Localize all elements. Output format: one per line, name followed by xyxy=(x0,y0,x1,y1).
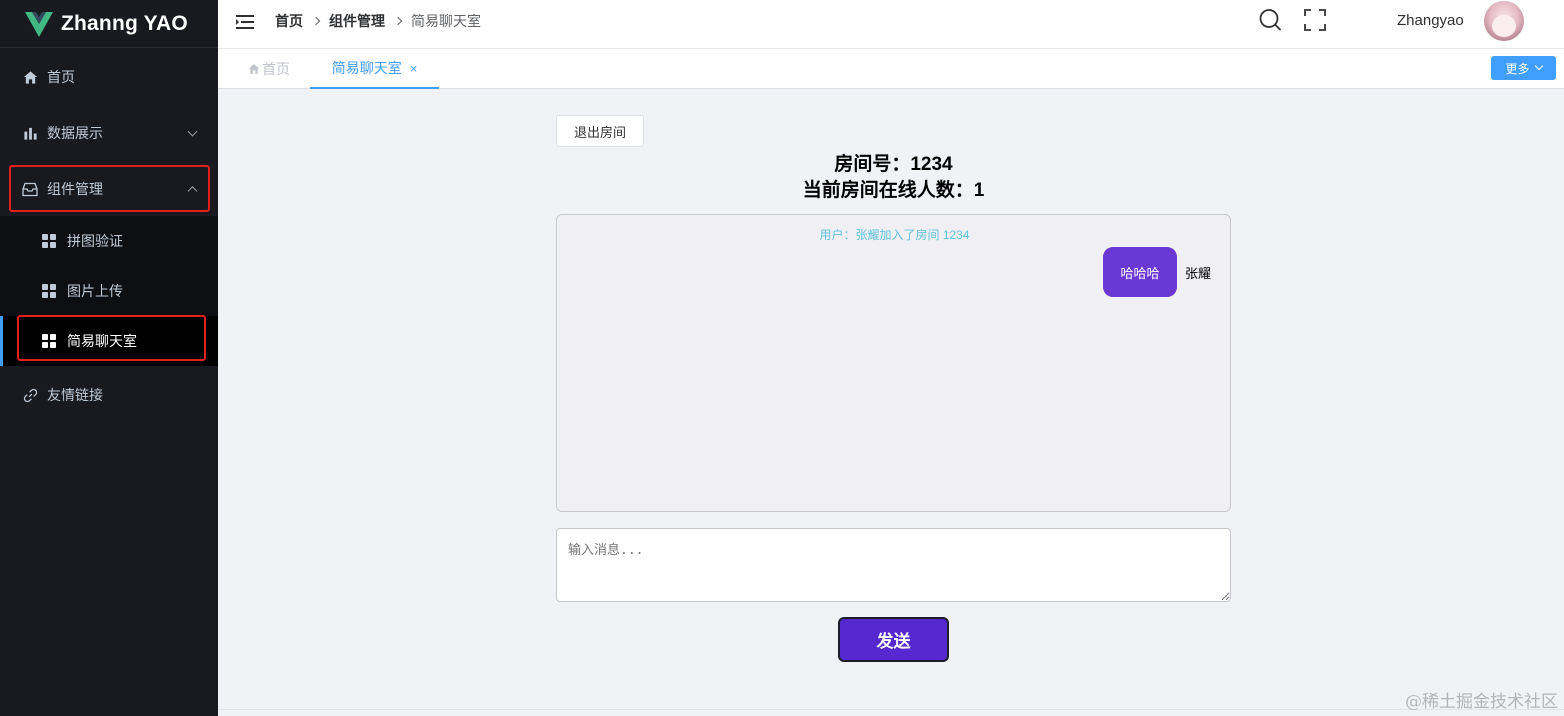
room-number: 房间号：1234 xyxy=(834,154,953,175)
chevron-up-icon xyxy=(187,186,198,197)
message-bubble: 哈哈哈 xyxy=(1102,247,1177,297)
sidebar-subitem-label: 简易聊天室 xyxy=(67,333,137,349)
breadcrumb-item: 简易聊天室 xyxy=(411,13,481,29)
send-button[interactable]: 发送 xyxy=(838,617,949,662)
home-icon xyxy=(248,64,260,74)
app-title: Zhanng YAO xyxy=(61,11,188,35)
username[interactable]: Zhangyao xyxy=(1397,12,1464,29)
app-logo[interactable]: Zhanng YAO xyxy=(0,0,218,48)
breadcrumb-item[interactable]: 首页 xyxy=(275,11,303,31)
message-input[interactable] xyxy=(556,528,1231,602)
sidebar-item-label: 组件管理 xyxy=(47,181,103,197)
avatar[interactable] xyxy=(1484,1,1524,41)
sidebar-item-label: 首页 xyxy=(47,69,75,85)
sidebar-subitem-label: 图片上传 xyxy=(67,283,123,299)
sidebar-subitem-image-upload[interactable]: 图片上传 xyxy=(0,266,218,316)
grid-icon xyxy=(42,333,57,349)
top-header: 首页 组件管理 简易聊天室 Zhangyao xyxy=(218,0,1564,49)
sidebar-item-links[interactable]: 友情链接 xyxy=(0,367,218,423)
message-item: 哈哈哈 张耀 xyxy=(1102,247,1211,297)
sidebar-subitem-chatroom[interactable]: 简易聊天室 xyxy=(0,316,218,366)
sidebar-item-data-display[interactable]: 数据展示 xyxy=(0,105,218,161)
tab-chatroom[interactable]: 简易聊天室 × xyxy=(310,49,439,89)
sidebar-item-components[interactable]: 组件管理 xyxy=(0,161,218,217)
chevron-down-icon xyxy=(187,126,198,137)
sidebar-item-label: 数据展示 xyxy=(47,125,103,141)
chevron-right-icon xyxy=(393,16,403,26)
sidebar-subitem-puzzle[interactable]: 拼图验证 xyxy=(0,216,218,266)
sidebar-subitem-label: 拼图验证 xyxy=(67,233,123,249)
search-icon[interactable] xyxy=(1258,8,1282,32)
leave-room-button[interactable]: 退出房间 xyxy=(556,115,644,147)
tags-view: 首页 简易聊天室 × 更多 xyxy=(218,49,1564,89)
tab-home[interactable]: 首页 xyxy=(248,49,290,89)
chevron-right-icon xyxy=(311,16,321,26)
close-icon[interactable]: × xyxy=(410,61,418,76)
online-count: 当前房间在线人数：1 xyxy=(802,180,985,201)
menu-toggle-icon[interactable] xyxy=(236,14,254,30)
breadcrumb: 首页 组件管理 简易聊天室 xyxy=(275,0,481,42)
watermark: @稀土掘金技术社区 xyxy=(1405,692,1558,712)
fullscreen-icon[interactable] xyxy=(1303,8,1327,32)
tab-label: 简易聊天室 xyxy=(331,60,402,76)
bar-chart-icon xyxy=(22,125,38,141)
grid-icon xyxy=(42,233,57,249)
home-icon xyxy=(22,69,38,85)
sidebar: Zhanng YAO 首页 数据展示 组件管理 拼图验证 图片上传 简易聊天室 xyxy=(0,0,218,716)
more-dropdown-button[interactable]: 更多 xyxy=(1491,56,1556,80)
sidebar-item-label: 友情链接 xyxy=(47,387,103,403)
divider xyxy=(218,709,1564,710)
message-list[interactable]: 用户：张耀加入了房间 1234 哈哈哈 张耀 xyxy=(556,214,1231,512)
tab-label: 首页 xyxy=(262,61,290,77)
message-sender: 张耀 xyxy=(1184,265,1211,281)
sidebar-item-home[interactable]: 首页 xyxy=(0,49,218,105)
link-icon xyxy=(22,387,38,403)
breadcrumb-item[interactable]: 组件管理 xyxy=(329,11,385,31)
system-message: 用户：张耀加入了房间 1234 xyxy=(819,228,970,242)
vue-logo-icon xyxy=(25,11,53,37)
more-label: 更多 xyxy=(1505,61,1530,76)
grid-icon xyxy=(42,283,57,299)
active-indicator xyxy=(0,316,3,366)
chevron-down-icon xyxy=(1534,61,1543,71)
inbox-icon xyxy=(22,181,38,197)
